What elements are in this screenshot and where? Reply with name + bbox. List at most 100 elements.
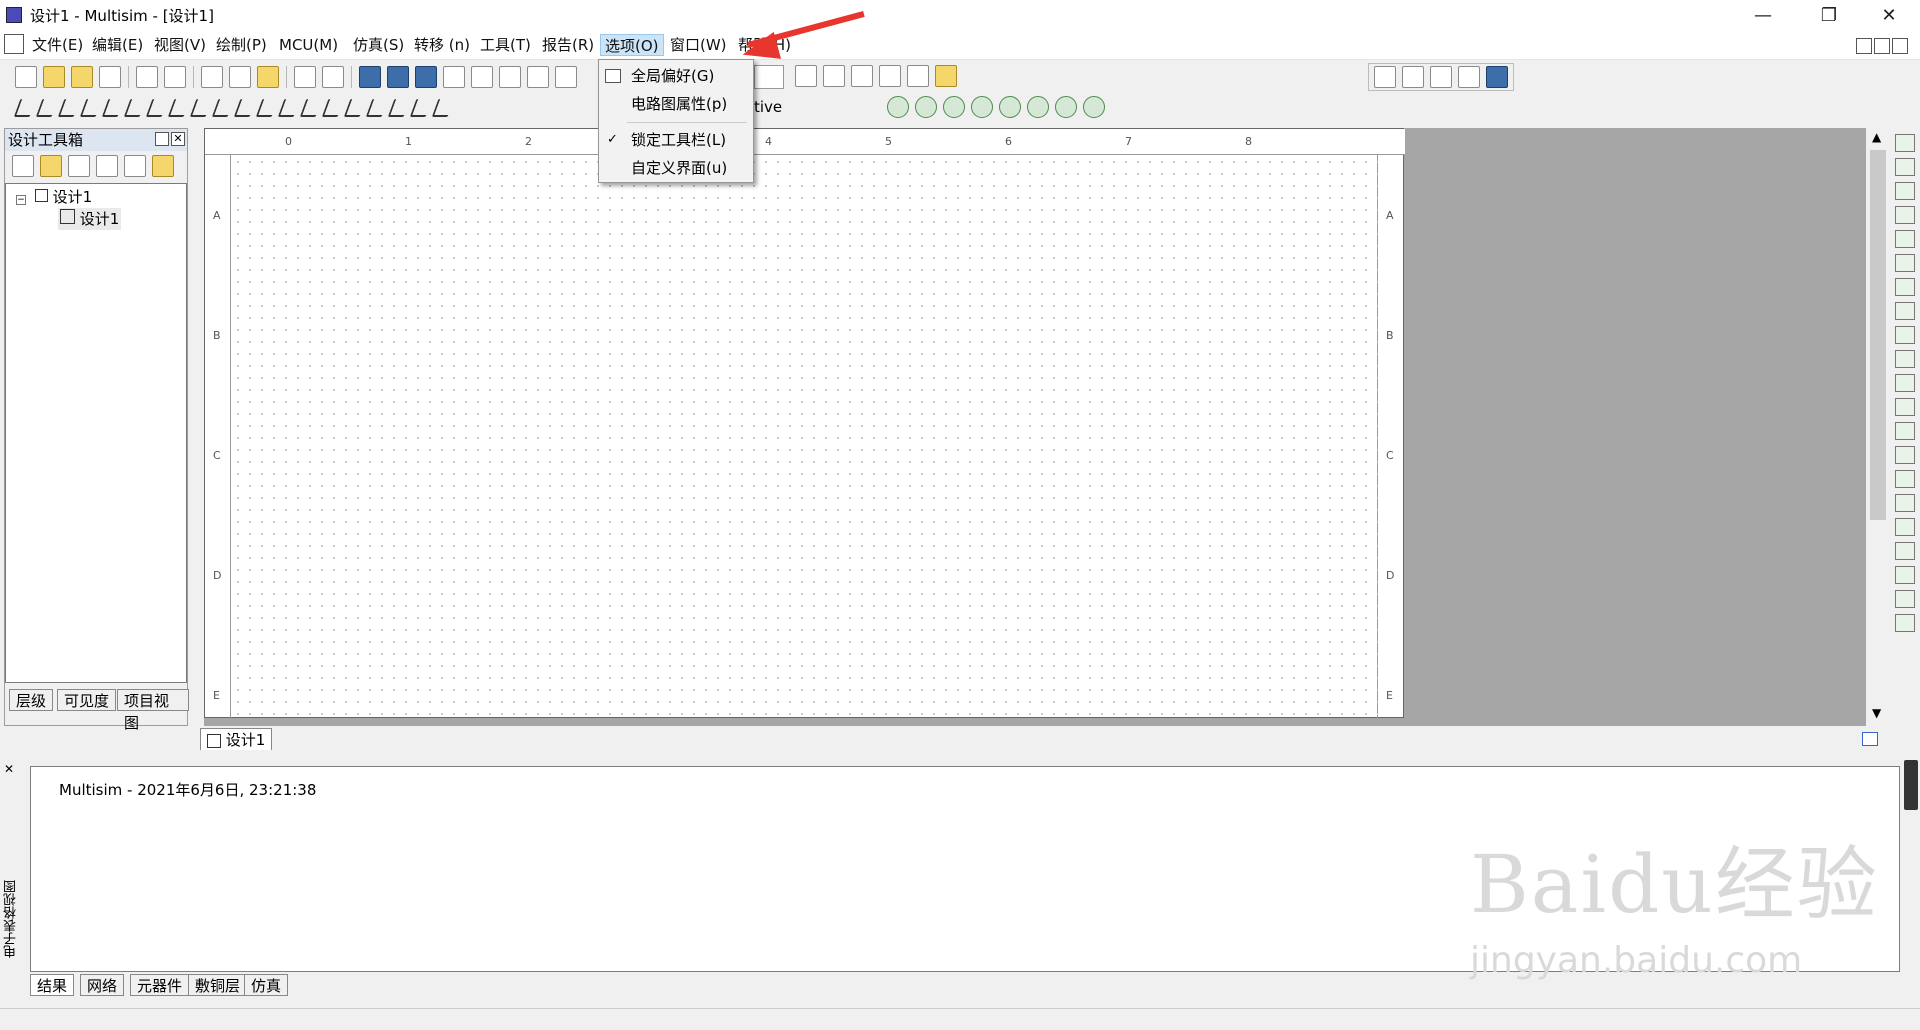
tree-child[interactable]: 设计1 [58, 208, 122, 230]
save-design-icon[interactable] [68, 155, 90, 177]
electrical-rules-check-icon[interactable] [795, 65, 817, 87]
netlist-icon[interactable] [499, 66, 521, 88]
bode-plotter-icon[interactable] [1895, 254, 1915, 272]
menu-simulate[interactable]: 仿真(S) [349, 34, 408, 56]
logic-converter-icon[interactable] [1895, 326, 1915, 344]
zoom-out-icon[interactable] [1402, 66, 1424, 88]
new-sheet-icon[interactable] [96, 155, 118, 177]
labview-instrument-icon[interactable] [1895, 566, 1915, 584]
tree-root[interactable]: − 设计1 [16, 186, 92, 208]
menu-item-customize-interface[interactable]: 自定义界面(u) [599, 154, 753, 182]
vertical-scrollbar[interactable]: ▲ ▼ [1866, 128, 1890, 726]
zoom-fit-icon[interactable] [1458, 66, 1480, 88]
find-icon[interactable] [907, 65, 929, 87]
connector-icon[interactable] [387, 99, 411, 117]
open-design-icon[interactable] [40, 155, 62, 177]
current-probe-icon[interactable] [915, 96, 937, 118]
agilent-multimeter-icon[interactable] [1895, 494, 1915, 512]
menu-mcu[interactable]: MCU(M) [275, 34, 342, 56]
mdi-minimize-button[interactable] [1856, 38, 1872, 54]
differential-probe-icon[interactable] [971, 96, 993, 118]
electromechanical-icon[interactable] [343, 99, 367, 117]
word-generator-icon[interactable] [1895, 302, 1915, 320]
multimeter-icon[interactable] [1895, 134, 1915, 152]
toolbox-pin-button[interactable] [155, 132, 169, 146]
iv-analyzer-icon[interactable] [1895, 374, 1915, 392]
menu-file[interactable]: 文件(E) [28, 34, 87, 56]
redo-icon[interactable] [322, 66, 344, 88]
menu-window[interactable]: 窗口(W) [666, 34, 731, 56]
tab-results[interactable]: 结果 [30, 974, 75, 996]
network-analyzer-icon[interactable] [1895, 446, 1915, 464]
postprocessor-icon[interactable] [471, 66, 493, 88]
menu-place[interactable]: 绘制(P) [212, 34, 271, 56]
resistor-icon[interactable] [35, 99, 59, 117]
transistor-icon[interactable] [79, 99, 103, 117]
indicator-icon[interactable] [255, 99, 279, 117]
logic-analyzer-icon[interactable] [1895, 350, 1915, 368]
scroll-up-icon[interactable]: ▲ [1872, 130, 1881, 144]
print-preview-icon[interactable] [164, 66, 186, 88]
mdi-restore-button[interactable] [1874, 38, 1890, 54]
rf-icon[interactable] [321, 99, 345, 117]
full-screen-icon[interactable] [1486, 66, 1508, 88]
advanced-peripherals-icon[interactable] [189, 99, 213, 117]
ni-components-icon[interactable] [365, 99, 389, 117]
place-component-icon[interactable] [527, 66, 549, 88]
open-sample-icon[interactable] [71, 66, 93, 88]
agilent-oscilloscope-icon[interactable] [1895, 518, 1915, 536]
help-icon[interactable] [935, 65, 957, 87]
new-file-icon[interactable] [15, 66, 37, 88]
grapher-icon[interactable] [443, 66, 465, 88]
voltage-probe-icon[interactable] [887, 96, 909, 118]
tab-components[interactable]: 元器件 [130, 974, 190, 996]
checkbox-icon[interactable] [34, 189, 48, 202]
ttl-icon[interactable] [123, 99, 147, 117]
design-settings-icon[interactable] [152, 155, 174, 177]
tab-project-view[interactable]: 项目视图 [117, 689, 189, 732]
probe-settings-icon[interactable] [1083, 96, 1105, 118]
component-wizard-icon[interactable] [555, 66, 577, 88]
panel-grip[interactable] [1904, 760, 1918, 810]
transfer-back-icon[interactable] [851, 65, 873, 87]
misc-digital-icon[interactable] [211, 99, 235, 117]
minimize-button[interactable]: — [1740, 0, 1786, 30]
transfer-forward-icon[interactable] [823, 65, 845, 87]
paste-icon[interactable] [257, 66, 279, 88]
restore-button[interactable]: ❐ [1806, 0, 1852, 30]
spreadsheet-toggle-icon[interactable] [387, 66, 409, 88]
hierarchical-block-icon[interactable] [409, 99, 433, 117]
mdi-close-button[interactable] [1892, 38, 1908, 54]
power-probe-icon[interactable] [943, 96, 965, 118]
ni-elvis-icon[interactable] [1895, 590, 1915, 608]
expand-icon[interactable]: − [16, 195, 26, 205]
cmos-icon[interactable] [145, 99, 169, 117]
corner-icon[interactable] [1862, 732, 1878, 746]
tektronix-oscilloscope-icon[interactable] [1895, 542, 1915, 560]
menu-reports[interactable]: 报告(R) [538, 34, 598, 56]
menu-tools[interactable]: 工具(T) [476, 34, 535, 56]
source-icon[interactable] [13, 99, 37, 117]
menu-item-global-preferences[interactable]: 全局偏好(G) [599, 62, 753, 90]
menu-transfer[interactable]: 转移 (n) [410, 34, 474, 56]
in-use-dropdown[interactable] [754, 65, 784, 89]
tab-hierarchy[interactable]: 层级 [9, 689, 54, 711]
delete-sheet-icon[interactable] [124, 155, 146, 177]
tab-visibility[interactable]: 可见度 [57, 689, 117, 711]
simulation-dropdown-text[interactable]: tive [754, 98, 782, 116]
undo-icon[interactable] [294, 66, 316, 88]
copy-icon[interactable] [229, 66, 251, 88]
mixed-icon[interactable] [233, 99, 257, 117]
digital-probe-icon[interactable] [1055, 96, 1077, 118]
zoom-area-icon[interactable] [1430, 66, 1452, 88]
spectrum-analyzer-icon[interactable] [1895, 422, 1915, 440]
four-channel-oscilloscope-icon[interactable] [1895, 230, 1915, 248]
tab-simulation[interactable]: 仿真 [244, 974, 289, 996]
power-icon[interactable] [277, 99, 301, 117]
scroll-thumb[interactable] [1870, 150, 1886, 520]
menu-view[interactable]: 视图(V) [150, 34, 210, 56]
open-folder-icon[interactable] [43, 66, 65, 88]
database-icon[interactable] [415, 66, 437, 88]
new-design-icon[interactable] [12, 155, 34, 177]
schematic-grid[interactable] [232, 156, 1378, 718]
